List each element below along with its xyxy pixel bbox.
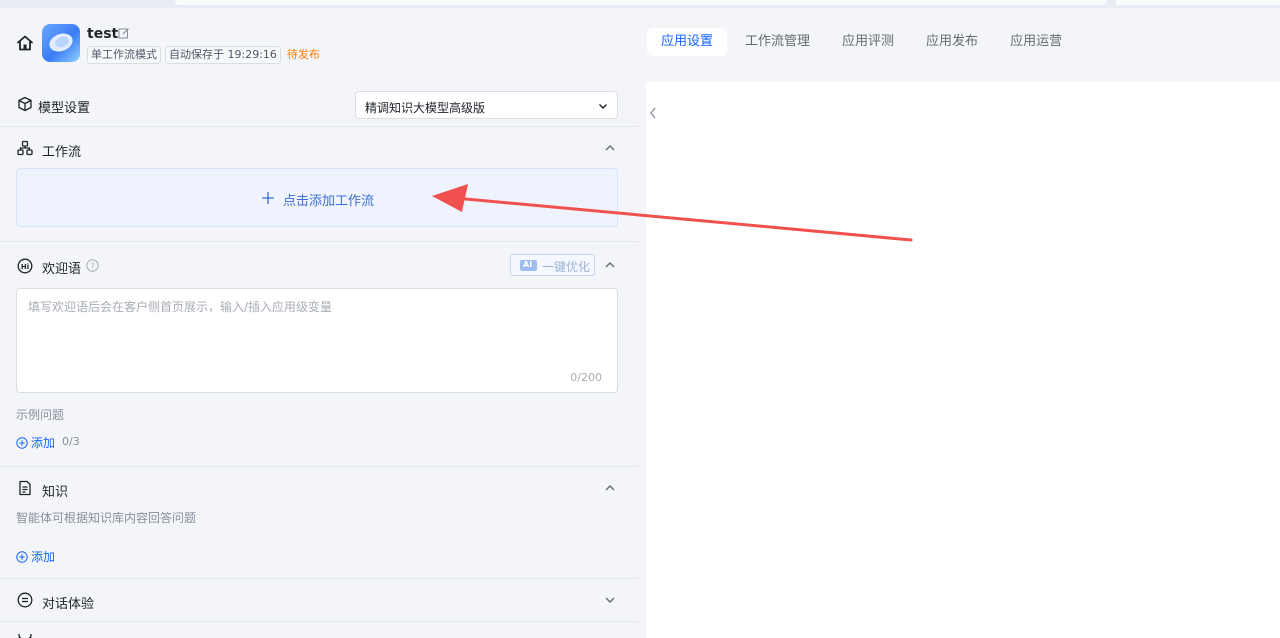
tab-app-publish[interactable]: 应用发布 xyxy=(912,28,992,56)
chevron-up-icon[interactable] xyxy=(603,258,617,272)
variables-icon xyxy=(18,633,32,638)
document-icon xyxy=(19,480,31,496)
chevron-up-icon[interactable] xyxy=(603,481,617,495)
home-icon[interactable] xyxy=(16,34,34,52)
browser-top-strip xyxy=(0,0,1280,8)
add-workflow-label: 点击添加工作流 xyxy=(283,194,375,209)
add-knowledge-button[interactable]: 添加 xyxy=(16,548,55,565)
model-settings-section: 模型设置 精调知识大模型高级版 xyxy=(0,82,638,127)
knowledge-description: 智能体可根据知识库内容回答问题 xyxy=(16,511,197,525)
model-settings-title: 模型设置 xyxy=(38,101,91,116)
optimize-label: 一键优化 xyxy=(542,260,591,274)
model-select-value: 精调知识大模型高级版 xyxy=(365,101,486,115)
svg-text:?: ? xyxy=(90,261,94,270)
app-header: test 单工作流模式 自动保存于 19:29:16 待发布 应用设置 工作流管… xyxy=(0,8,1280,82)
ai-badge-icon: AI xyxy=(520,260,537,271)
help-icon[interactable]: ? xyxy=(86,259,99,272)
char-count: 0/200 xyxy=(570,371,602,384)
welcome-textarea[interactable]: 填写欢迎语后会在客户侧首页展示，输入/插入应用级变量 0/200 xyxy=(16,288,618,393)
welcome-placeholder: 填写欢迎语后会在客户侧首页展示，输入/插入应用级变量 xyxy=(28,300,333,314)
chevron-down-icon[interactable] xyxy=(603,593,617,607)
knowledge-title: 知识 xyxy=(42,485,69,500)
workflow-title: 工作流 xyxy=(42,145,82,160)
chevron-left-icon[interactable] xyxy=(648,106,658,120)
dialog-experience-section: 对话体验 xyxy=(0,579,638,622)
tab-workflow-management[interactable]: 工作流管理 xyxy=(731,28,824,56)
dialog-experience-title: 对话体验 xyxy=(42,597,95,612)
chevron-down-icon xyxy=(599,104,607,109)
tab-app-evaluation[interactable]: 应用评测 xyxy=(828,28,908,56)
settings-panel: 模型设置 精调知识大模型高级版 工作流 点击添加工作流 Hi 欢迎语 ? AI … xyxy=(0,82,638,638)
browser-toolbar-area xyxy=(1116,0,1280,5)
mode-tag: 单工作流模式 xyxy=(87,46,161,64)
browser-address-bar[interactable] xyxy=(175,0,1107,5)
preview-panel xyxy=(646,82,1280,638)
top-tabs: 应用设置 工作流管理 应用评测 应用发布 应用运营 xyxy=(647,28,1076,56)
plus-circle-icon xyxy=(16,550,28,563)
autosave-tag: 自动保存于 19:29:16 xyxy=(165,46,281,64)
add-sample-question-button[interactable]: 添加 xyxy=(16,434,55,451)
chevron-up-icon[interactable] xyxy=(603,141,617,155)
hi-icon: Hi xyxy=(17,258,33,274)
workflow-icon xyxy=(17,140,33,156)
plus-circle-icon xyxy=(16,436,28,449)
sample-question-count: 0/3 xyxy=(62,435,80,448)
app-title: test xyxy=(87,26,119,42)
cube-icon xyxy=(18,96,32,112)
app-tags: 单工作流模式 自动保存于 19:29:16 待发布 xyxy=(87,46,322,64)
welcome-title: 欢迎语 xyxy=(42,262,82,277)
status-badge: 待发布 xyxy=(286,48,320,61)
sample-questions-label: 示例问题 xyxy=(16,408,65,422)
svg-text:Hi: Hi xyxy=(21,263,29,271)
plus-icon xyxy=(262,192,274,204)
tab-app-operation[interactable]: 应用运营 xyxy=(996,28,1076,56)
edit-icon[interactable] xyxy=(118,27,130,39)
one-click-optimize-button[interactable]: AI 一键优化 xyxy=(510,254,595,276)
tab-app-settings[interactable]: 应用设置 xyxy=(647,28,728,56)
add-workflow-button[interactable]: 点击添加工作流 xyxy=(16,168,618,227)
chat-icon xyxy=(17,592,33,608)
app-logo xyxy=(42,24,80,62)
model-select[interactable]: 精调知识大模型高级版 xyxy=(355,91,618,119)
